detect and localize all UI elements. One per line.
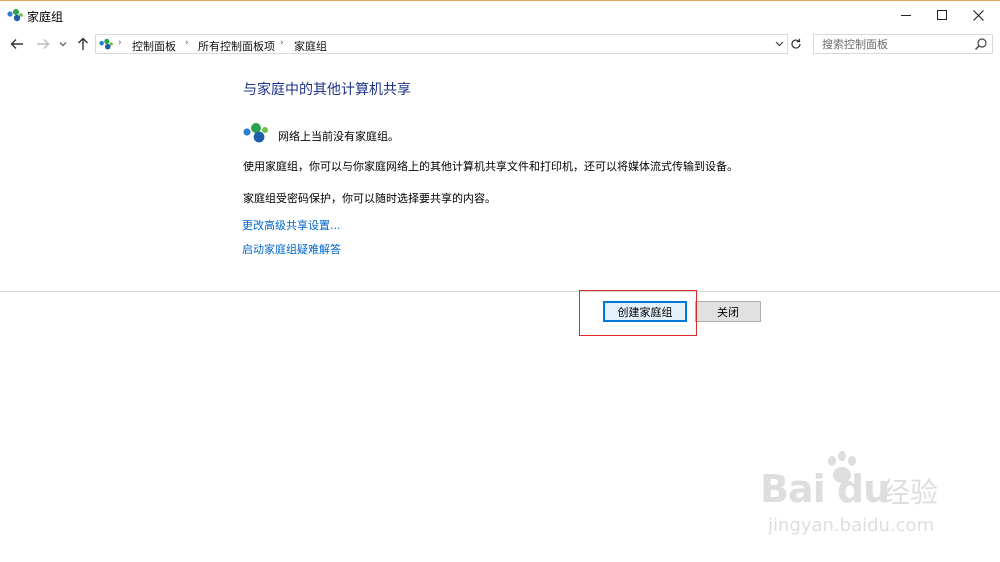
title-bar: 家庭组 <box>0 2 1000 28</box>
maximize-icon <box>937 10 947 20</box>
address-dropdown-button[interactable] <box>773 37 785 51</box>
homegroup-window: 家庭组 › 控制面板 › 所有控制面板项 › 家庭组 搜索控制面板 与家庭中的其… <box>0 0 1000 562</box>
divider <box>0 291 1000 292</box>
up-button[interactable] <box>74 34 92 54</box>
minimize-button[interactable] <box>888 2 924 28</box>
address-bar[interactable]: › 控制面板 › 所有控制面板项 › 家庭组 <box>95 34 788 54</box>
close-window-button[interactable] <box>960 2 996 28</box>
recent-locations-button[interactable] <box>57 34 69 54</box>
arrow-left-icon <box>10 39 23 49</box>
paw-icon <box>828 451 856 483</box>
maximize-button[interactable] <box>924 2 960 28</box>
search-box[interactable] <box>813 34 993 54</box>
close-icon <box>972 9 984 21</box>
breadcrumb-homegroup[interactable]: 家庭组 <box>294 38 327 54</box>
page-title: 与家庭中的其他计算机共享 <box>243 82 411 98</box>
window-title: 家庭组 <box>27 10 64 24</box>
breadcrumb-control-panel[interactable]: 控制面板 <box>132 38 176 54</box>
watermark-url: jingyan.baidu.com <box>768 515 935 536</box>
navigation-bar: › 控制面板 › 所有控制面板项 › 家庭组 <box>0 32 1000 56</box>
change-advanced-sharing-link[interactable]: 更改高级共享设置... <box>242 217 341 233</box>
minimize-icon <box>901 14 911 16</box>
search-icon[interactable] <box>974 37 988 51</box>
refresh-button[interactable] <box>788 34 804 54</box>
password-note: 家庭组受密码保护，你可以随时选择要共享的内容。 <box>243 192 496 205</box>
forward-button[interactable] <box>34 34 52 54</box>
breadcrumb-all-control-panel-items[interactable]: 所有控制面板项 <box>198 38 275 54</box>
breadcrumb-separator: › <box>185 38 189 48</box>
breadcrumb-separator: › <box>280 38 284 48</box>
homegroup-icon <box>99 38 113 50</box>
homegroup-icon <box>243 123 268 143</box>
homegroup-icon <box>7 9 23 22</box>
homegroup-description: 使用家庭组，你可以与你家庭网络上的其他计算机共享文件和打印机，还可以将媒体流式传… <box>243 160 738 173</box>
watermark-cn: 经验 <box>882 476 939 509</box>
chevron-down-icon <box>775 41 783 47</box>
create-homegroup-button[interactable]: 创建家庭组 <box>603 301 687 322</box>
homegroup-troubleshooter-link[interactable]: 启动家庭组疑难解答 <box>242 241 341 257</box>
refresh-icon <box>791 38 801 49</box>
homegroup-status-text: 网络上当前没有家庭组。 <box>278 130 399 143</box>
breadcrumb-separator: › <box>118 38 122 48</box>
back-button[interactable] <box>8 34 26 54</box>
arrow-right-icon <box>37 39 50 49</box>
baidu-jingyan-watermark: Bai du 经验 jingyan.baidu.com <box>760 451 950 546</box>
close-button[interactable]: 关闭 <box>695 301 761 322</box>
chevron-down-icon <box>59 42 67 47</box>
arrow-up-icon <box>78 37 88 50</box>
search-input[interactable] <box>814 35 974 53</box>
